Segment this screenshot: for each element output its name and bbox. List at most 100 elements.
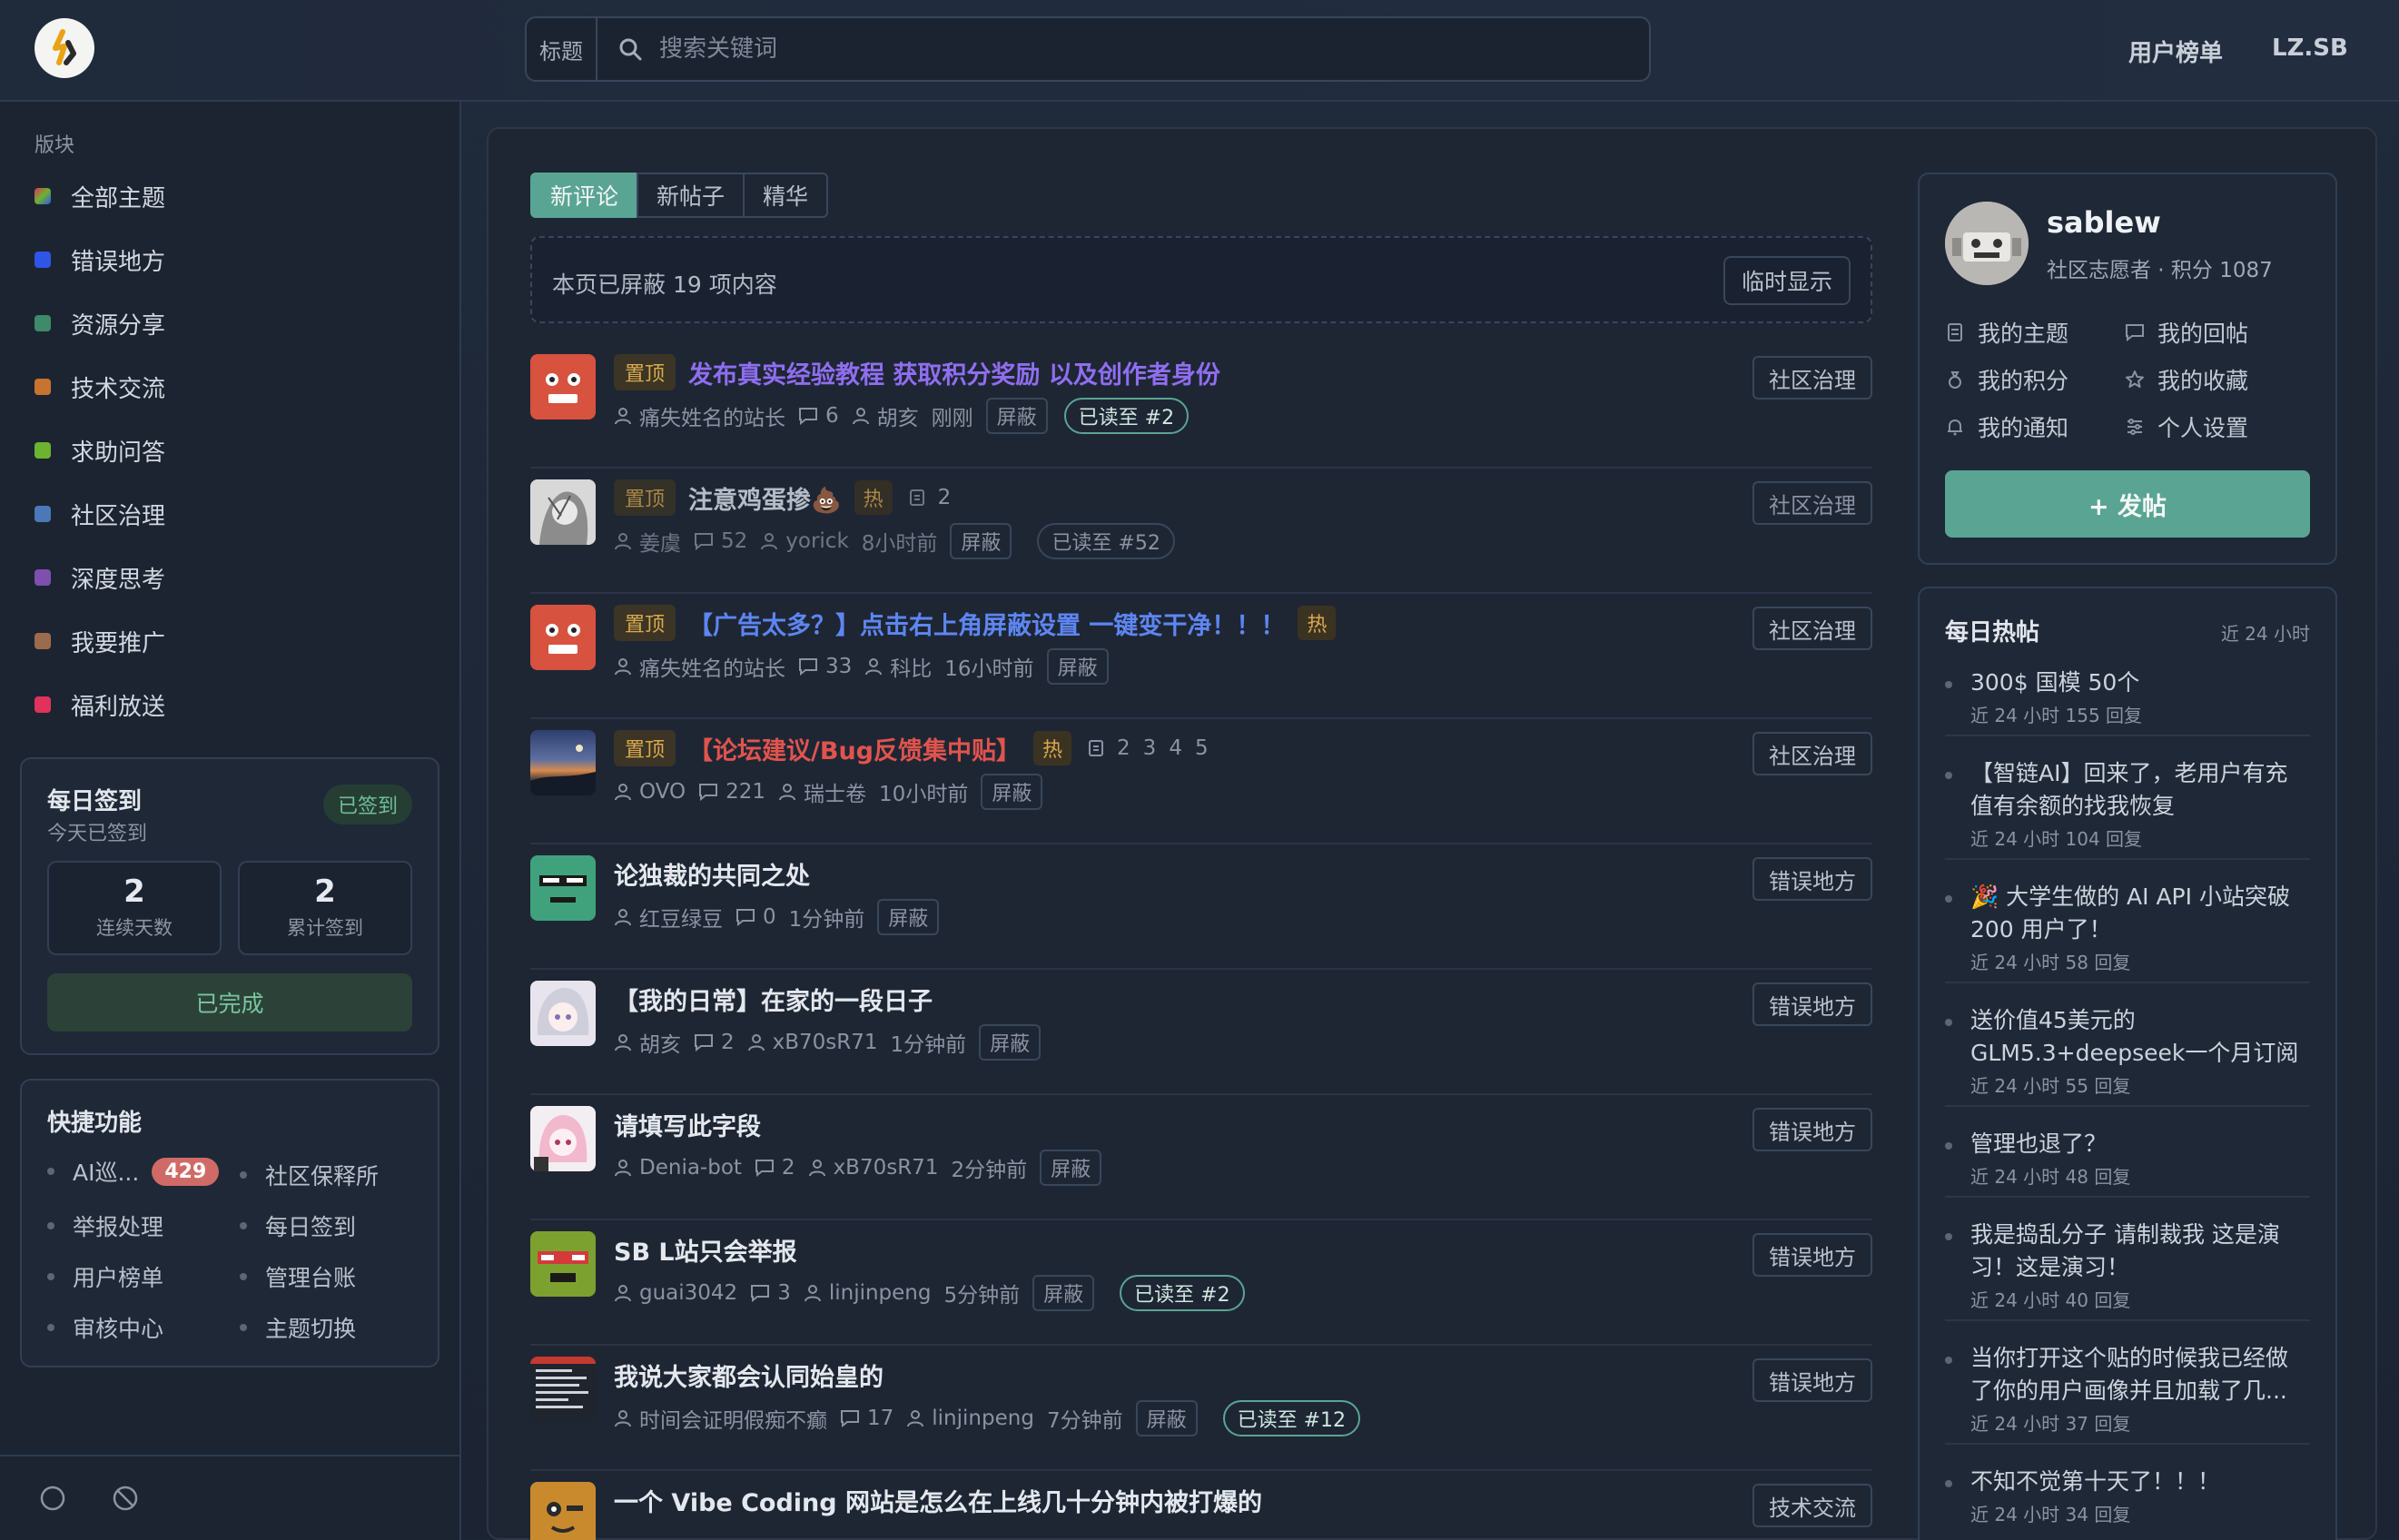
read-progress-badge[interactable]: 已读至 #2 xyxy=(1120,1275,1245,1311)
hot-item-title[interactable]: 管理也退了？ xyxy=(1970,1128,2310,1160)
sidebar-item-wrong-place[interactable]: 错误地方 xyxy=(35,242,165,278)
post-title[interactable]: 一个 Vibe Coding 网站是怎么在上线几十分钟内被打爆的 xyxy=(614,1483,1262,1518)
my-points-link[interactable]: 我的积分 xyxy=(1945,363,2068,396)
post-author[interactable]: Denia-bot xyxy=(639,1156,742,1180)
hot-item-title[interactable]: 当你打开这个贴的时候我已经做了你的用户画像并且加载了几... xyxy=(1970,1342,2310,1407)
quick-item-ledger[interactable]: 管理台账 xyxy=(240,1260,356,1293)
last-replier[interactable]: xB70sR71 xyxy=(773,1031,878,1054)
quick-item-theme[interactable]: 主题切换 xyxy=(240,1311,356,1344)
sidebar-item-deep-thinking[interactable]: 深度思考 xyxy=(35,559,165,596)
post-row[interactable]: 置顶 【广告太多？】点击右上角屏蔽设置 一键变干净！！！ 热 痛失姓名的站长 3… xyxy=(530,594,1872,719)
block-button[interactable]: 屏蔽 xyxy=(1135,1400,1198,1436)
tab-new-comments[interactable]: 新评论 xyxy=(530,173,639,218)
my-notifications-link[interactable]: 我的通知 xyxy=(1945,410,2068,443)
category-tag[interactable]: 错误地方 xyxy=(1752,857,1872,901)
sidebar-item-tech[interactable]: 技术交流 xyxy=(35,369,165,405)
hot-item-title[interactable]: 300$ 国模 50个 xyxy=(1970,666,2310,699)
block-button[interactable]: 屏蔽 xyxy=(950,523,1012,559)
last-replier[interactable]: yorick xyxy=(785,529,849,553)
category-tag[interactable]: 技术交流 xyxy=(1752,1484,1872,1527)
category-tag[interactable]: 错误地方 xyxy=(1752,1358,1872,1402)
block-button[interactable]: 屏蔽 xyxy=(979,1024,1042,1061)
hot-item[interactable]: 300$ 国模 50个 近 24 小时 155 回复 xyxy=(1945,666,2310,736)
read-progress-badge[interactable]: 已读至 #2 xyxy=(1063,398,1190,434)
block-button[interactable]: 屏蔽 xyxy=(1040,1150,1102,1186)
hot-item[interactable]: 管理也退了？ 近 24 小时 48 回复 xyxy=(1945,1128,2310,1198)
avatar[interactable] xyxy=(530,981,596,1046)
last-replier[interactable]: xB70sR71 xyxy=(834,1156,939,1180)
hot-item-title[interactable]: 不知不觉第十天了！！！ xyxy=(1970,1466,2310,1498)
quick-item-checkin[interactable]: 每日签到 xyxy=(240,1209,356,1242)
last-replier[interactable]: 胡亥 xyxy=(877,400,919,431)
category-tag[interactable]: 错误地方 xyxy=(1752,1233,1872,1277)
circle-icon[interactable] xyxy=(38,1484,67,1513)
hot-item[interactable]: 当你打开这个贴的时候我已经做了你的用户画像并且加载了几... 近 24 小时 3… xyxy=(1945,1342,2310,1445)
avatar[interactable] xyxy=(530,1231,596,1297)
user-menu-link[interactable]: LZ.SB xyxy=(2272,35,2348,62)
avatar[interactable] xyxy=(530,354,596,420)
post-title[interactable]: 发布真实经验教程 获取积分奖励 以及创作者身份 xyxy=(688,355,1220,390)
block-button[interactable]: 屏蔽 xyxy=(981,774,1043,810)
avatar[interactable] xyxy=(530,1482,596,1540)
post-author[interactable]: guai3042 xyxy=(639,1281,737,1305)
last-replier[interactable]: linjinpeng xyxy=(829,1281,932,1305)
block-button[interactable]: 屏蔽 xyxy=(1046,648,1109,685)
block-button[interactable]: 屏蔽 xyxy=(985,398,1048,434)
read-progress-badge[interactable]: 已读至 #52 xyxy=(1037,523,1175,559)
post-row[interactable]: 置顶 注意鸡蛋掺💩 热 2 姜虞 52 yorick 8小时前 屏蔽 已读至 #… xyxy=(530,469,1872,594)
last-replier[interactable]: 瑞士卷 xyxy=(804,776,866,807)
category-tag[interactable]: 社区治理 xyxy=(1752,732,1872,775)
search-input[interactable] xyxy=(659,18,1649,80)
page-link[interactable]: 3 xyxy=(1143,736,1157,760)
page-link[interactable]: 5 xyxy=(1195,736,1209,760)
block-icon[interactable] xyxy=(111,1484,140,1513)
avatar[interactable] xyxy=(530,605,596,670)
post-row[interactable]: 置顶 【论坛建议/Bug反馈集中贴】 热 2 3 4 5 OVO 221 瑞士卷… xyxy=(530,719,1872,844)
site-logo[interactable] xyxy=(35,18,94,78)
tab-new-posts[interactable]: 新帖子 xyxy=(637,173,745,218)
category-tag[interactable]: 错误地方 xyxy=(1752,982,1872,1026)
sidebar-item-qa[interactable]: 求助问答 xyxy=(35,432,165,469)
page-link[interactable]: 2 xyxy=(1117,736,1130,760)
settings-link[interactable]: 个人设置 xyxy=(2125,410,2248,443)
hot-item-title[interactable]: 【智链AI】回来了，老用户有充值有余额的找我恢复 xyxy=(1970,757,2310,823)
last-replier[interactable]: 科比 xyxy=(890,651,932,682)
quick-item-ai-patrol[interactable]: AI巡... 429 xyxy=(47,1155,220,1188)
sidebar-item-welfare[interactable]: 福利放送 xyxy=(35,686,165,723)
post-author[interactable]: 痛失姓名的站长 xyxy=(639,400,785,431)
username[interactable]: sablew xyxy=(2047,205,2161,240)
new-post-button[interactable]: + 发帖 xyxy=(1945,470,2310,538)
post-title[interactable]: 我说大家都会认同始皇的 xyxy=(614,1357,884,1393)
hot-item[interactable]: 不知不觉第十天了！！！ 近 24 小时 34 回复 xyxy=(1945,1466,2310,1534)
block-button[interactable]: 屏蔽 xyxy=(877,899,940,935)
block-button[interactable]: 屏蔽 xyxy=(1032,1275,1095,1311)
post-author[interactable]: 姜虞 xyxy=(639,526,681,557)
post-title[interactable]: 注意鸡蛋掺💩 xyxy=(688,480,842,516)
post-title[interactable]: 论独裁的共同之处 xyxy=(614,856,810,892)
hot-item[interactable]: 我是捣乱分子 请制裁我 这是演习！这是演习！ 近 24 小时 40 回复 xyxy=(1945,1219,2310,1321)
hot-item[interactable]: 送价值45美元的GLM5.3+deepseek一个月订阅 近 24 小时 55 … xyxy=(1945,1004,2310,1107)
page-link[interactable]: 2 xyxy=(938,486,952,509)
post-row[interactable]: 一个 Vibe Coding 网站是怎么在上线几十分钟内被打爆的 技术交流 xyxy=(530,1471,1872,1540)
last-replier[interactable]: linjinpeng xyxy=(932,1407,1034,1430)
avatar[interactable] xyxy=(530,730,596,795)
sidebar-item-resources[interactable]: 资源分享 xyxy=(35,305,165,341)
post-author[interactable]: 痛失姓名的站长 xyxy=(639,651,785,682)
user-ranking-link[interactable]: 用户榜单 xyxy=(2128,35,2223,68)
quick-item-review[interactable]: 审核中心 xyxy=(47,1311,163,1344)
post-title[interactable]: SB L站只会举报 xyxy=(614,1232,797,1268)
post-author[interactable]: 红豆绿豆 xyxy=(639,902,723,933)
hot-item[interactable]: 🎉 大学生做的 AI API 小站突破 200 用户了！ 近 24 小时 58 … xyxy=(1945,881,2310,983)
temporary-show-button[interactable]: 临时显示 xyxy=(1723,256,1851,305)
avatar[interactable] xyxy=(530,479,596,545)
post-title[interactable]: 【我的日常】在家的一段日子 xyxy=(614,982,933,1017)
category-tag[interactable]: 社区治理 xyxy=(1752,481,1872,525)
post-author[interactable]: 时间会证明假痴不癫 xyxy=(639,1403,827,1434)
post-author[interactable]: 胡亥 xyxy=(639,1027,681,1058)
post-title[interactable]: 【广告太多？】点击右上角屏蔽设置 一键变干净！！！ xyxy=(688,606,1285,641)
post-row[interactable]: 请填写此字段 Denia-bot 2 xB70sR71 2分钟前 屏蔽 错误地方 xyxy=(530,1095,1872,1220)
post-row[interactable]: 我说大家都会认同始皇的 时间会证明假痴不癫 17 linjinpeng 7分钟前… xyxy=(530,1346,1872,1471)
post-row[interactable]: 置顶 发布真实经验教程 获取积分奖励 以及创作者身份 痛失姓名的站长 6 胡亥 … xyxy=(530,343,1872,469)
category-tag[interactable]: 错误地方 xyxy=(1752,1108,1872,1151)
post-author[interactable]: OVO xyxy=(639,780,686,804)
